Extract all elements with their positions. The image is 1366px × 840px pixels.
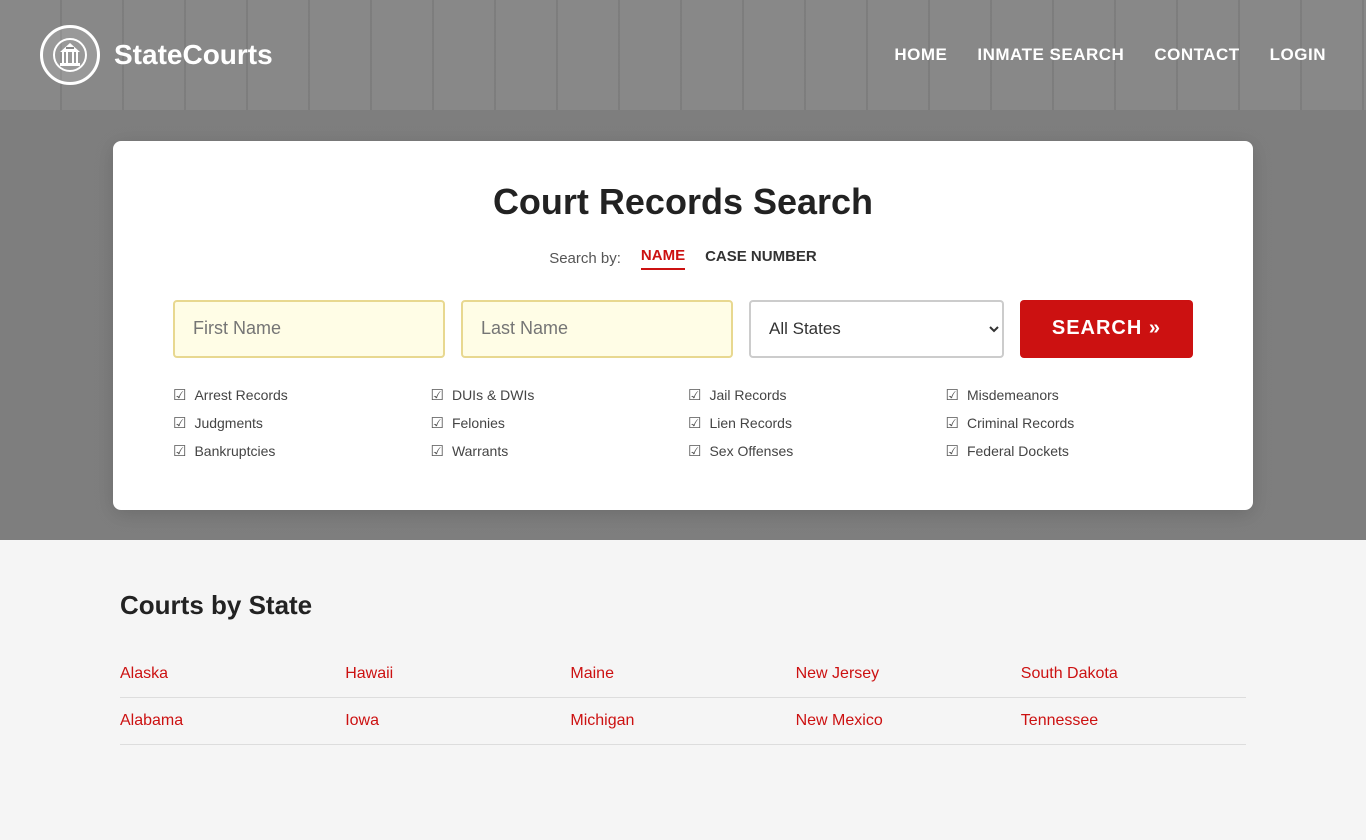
- search-button[interactable]: SEARCH »: [1020, 300, 1193, 358]
- state-link[interactable]: Iowa: [345, 698, 570, 745]
- feature-arrest-records: ☑ Arrest Records: [173, 386, 421, 404]
- state-col-4: South DakotaTennessee: [1021, 651, 1246, 745]
- feature-label: DUIs & DWIs: [452, 387, 534, 403]
- feature-col-1: ☑ Arrest Records ☑ Judgments ☑ Bankruptc…: [173, 386, 421, 460]
- logo-area[interactable]: StateCourts: [40, 25, 273, 85]
- check-icon: ☑: [173, 386, 186, 404]
- state-link[interactable]: New Mexico: [796, 698, 1021, 745]
- search-by-row: Search by: NAME CASE NUMBER: [173, 247, 1193, 270]
- feature-label: Sex Offenses: [709, 443, 793, 459]
- feature-col-4: ☑ Misdemeanors ☑ Criminal Records ☑ Fede…: [946, 386, 1194, 460]
- feature-label: Judgments: [194, 415, 262, 431]
- state-select[interactable]: All StatesAlabamaAlaskaArizonaArkansasCa…: [749, 300, 1004, 358]
- state-link[interactable]: Michigan: [570, 698, 795, 745]
- nav-contact[interactable]: CONTACT: [1154, 45, 1239, 65]
- feature-bankruptcies: ☑ Bankruptcies: [173, 442, 421, 460]
- feature-warrants: ☑ Warrants: [431, 442, 679, 460]
- nav-inmate-search[interactable]: INMATE SEARCH: [977, 45, 1124, 65]
- feature-label: Bankruptcies: [194, 443, 275, 459]
- search-card: Court Records Search Search by: NAME CAS…: [113, 141, 1253, 510]
- check-icon: ☑: [946, 442, 959, 460]
- logo-text: StateCourts: [114, 39, 273, 71]
- feature-label: Jail Records: [709, 387, 786, 403]
- state-link[interactable]: South Dakota: [1021, 651, 1246, 698]
- feature-label: Federal Dockets: [967, 443, 1069, 459]
- check-icon: ☑: [688, 386, 701, 404]
- state-col-3: New JerseyNew Mexico: [796, 651, 1021, 745]
- feature-criminal-records: ☑ Criminal Records: [946, 414, 1194, 432]
- feature-label: Criminal Records: [967, 415, 1074, 431]
- feature-federal-dockets: ☑ Federal Dockets: [946, 442, 1194, 460]
- nav-links: HOME INMATE SEARCH CONTACT LOGIN: [894, 45, 1326, 65]
- state-link[interactable]: Alaska: [120, 651, 345, 698]
- check-icon: ☑: [431, 442, 444, 460]
- first-name-input[interactable]: [173, 300, 445, 358]
- courts-title: Courts by State: [120, 590, 1246, 621]
- lower-section: Courts by State AlaskaAlabamaHawaiiIowaM…: [0, 540, 1366, 840]
- feature-label: Misdemeanors: [967, 387, 1059, 403]
- feature-grid: ☑ Arrest Records ☑ Judgments ☑ Bankruptc…: [173, 386, 1193, 460]
- tab-name[interactable]: NAME: [641, 247, 685, 270]
- feature-col-2: ☑ DUIs & DWIs ☑ Felonies ☑ Warrants: [431, 386, 679, 460]
- feature-misdemeanors: ☑ Misdemeanors: [946, 386, 1194, 404]
- hero-section: COURT HOUSE Court Records Search Search …: [0, 110, 1366, 540]
- header-content: StateCourts HOME INMATE SEARCH CONTACT L…: [40, 25, 1326, 85]
- check-icon: ☑: [946, 386, 959, 404]
- feature-label: Warrants: [452, 443, 508, 459]
- nav-home[interactable]: HOME: [894, 45, 947, 65]
- check-icon: ☑: [946, 414, 959, 432]
- feature-felonies: ☑ Felonies: [431, 414, 679, 432]
- check-icon: ☑: [173, 414, 186, 432]
- state-col-1: HawaiiIowa: [345, 651, 570, 745]
- feature-duis: ☑ DUIs & DWIs: [431, 386, 679, 404]
- state-link[interactable]: New Jersey: [796, 651, 1021, 698]
- state-grid: AlaskaAlabamaHawaiiIowaMaineMichiganNew …: [120, 651, 1246, 745]
- state-link[interactable]: Tennessee: [1021, 698, 1246, 745]
- state-link[interactable]: Maine: [570, 651, 795, 698]
- feature-label: Lien Records: [709, 415, 792, 431]
- feature-col-3: ☑ Jail Records ☑ Lien Records ☑ Sex Offe…: [688, 386, 936, 460]
- last-name-input[interactable]: [461, 300, 733, 358]
- check-icon: ☑: [431, 386, 444, 404]
- state-col-0: AlaskaAlabama: [120, 651, 345, 745]
- state-link[interactable]: Alabama: [120, 698, 345, 745]
- feature-lien-records: ☑ Lien Records: [688, 414, 936, 432]
- check-icon: ☑: [688, 414, 701, 432]
- check-icon: ☑: [688, 442, 701, 460]
- state-link[interactable]: Hawaii: [345, 651, 570, 698]
- feature-label: Felonies: [452, 415, 505, 431]
- tab-case-number[interactable]: CASE NUMBER: [705, 248, 817, 269]
- header: StateCourts HOME INMATE SEARCH CONTACT L…: [0, 0, 1366, 110]
- search-card-title: Court Records Search: [173, 181, 1193, 223]
- search-by-label: Search by:: [549, 250, 621, 267]
- courthouse-icon: [52, 37, 88, 73]
- feature-judgments: ☑ Judgments: [173, 414, 421, 432]
- logo-icon: [40, 25, 100, 85]
- feature-jail-records: ☑ Jail Records: [688, 386, 936, 404]
- feature-sex-offenses: ☑ Sex Offenses: [688, 442, 936, 460]
- nav-login[interactable]: LOGIN: [1270, 45, 1326, 65]
- search-inputs-row: All StatesAlabamaAlaskaArizonaArkansasCa…: [173, 300, 1193, 358]
- feature-label: Arrest Records: [194, 387, 287, 403]
- check-icon: ☑: [431, 414, 444, 432]
- state-col-2: MaineMichigan: [570, 651, 795, 745]
- check-icon: ☑: [173, 442, 186, 460]
